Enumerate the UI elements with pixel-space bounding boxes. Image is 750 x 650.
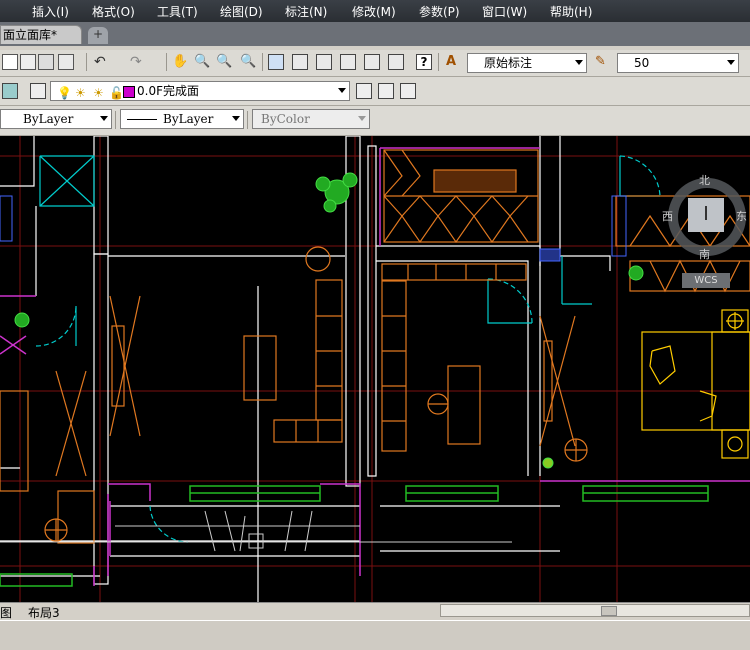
status-bar: [0, 620, 750, 650]
linetype-value: ByLayer: [163, 112, 214, 126]
lineweight-select[interactable]: ByColor: [252, 109, 370, 129]
save-file-icon[interactable]: [38, 54, 54, 70]
chevron-down-icon: [358, 116, 366, 121]
tool-palettes-icon[interactable]: [316, 54, 332, 70]
layer-color-swatch: [123, 86, 135, 98]
layers-toolbar: 💡 ☀ ☀ 🔓 0.0F完成面: [0, 77, 750, 106]
windows: [0, 485, 709, 587]
sheet-set-icon[interactable]: [340, 54, 356, 70]
menu-parameters[interactable]: 参数(P): [419, 3, 460, 20]
properties-toolbar: ByLayer ByLayer ByColor: [0, 106, 750, 136]
color-value: ByLayer: [23, 112, 74, 126]
print-icon[interactable]: [58, 54, 74, 70]
layer-on-icon: 💡: [57, 86, 72, 100]
chevron-down-icon: [338, 88, 346, 93]
new-file-icon[interactable]: [2, 54, 18, 70]
scrollbar-thumb[interactable]: [601, 606, 617, 616]
markup-icon[interactable]: [364, 54, 380, 70]
dim-style-value: 原始标注: [484, 56, 533, 70]
document-tab[interactable]: 面立面库*: [0, 25, 82, 44]
drawing-canvas[interactable]: 北 南 西 东 WCS: [0, 136, 750, 602]
horizontal-scrollbar[interactable]: [440, 604, 750, 617]
menu-insert[interactable]: 插入(I): [32, 3, 69, 20]
color-select[interactable]: ByLayer: [0, 109, 112, 129]
bed-fixtures: [641, 309, 750, 459]
layer-thaw-icon: ☀: [75, 86, 86, 100]
toolbar-separator: [247, 111, 248, 129]
menu-draw[interactable]: 绘图(D): [220, 3, 263, 20]
floor-plan-drawing: [0, 136, 750, 602]
magenta-cross: [0, 335, 27, 355]
dimension-style-icon[interactable]: A: [446, 54, 462, 70]
zoom-window-icon[interactable]: 🔍: [216, 54, 232, 70]
layer-isolate-icon[interactable]: [400, 83, 416, 99]
toolbar-separator: [166, 53, 167, 71]
open-file-icon[interactable]: [20, 54, 36, 70]
menu-format[interactable]: 格式(O): [92, 3, 135, 20]
redo-icon[interactable]: ↷: [130, 54, 146, 70]
zoom-realtime-icon[interactable]: 🔍: [194, 54, 210, 70]
toolbar-separator: [262, 53, 263, 71]
dim-style-select[interactable]: 原始标注: [467, 53, 587, 73]
compass-east-label: 东: [736, 210, 747, 223]
menu-tools[interactable]: 工具(T): [157, 3, 198, 20]
properties-icon[interactable]: [268, 54, 284, 70]
toolbar-separator: [86, 53, 87, 71]
design-center-icon[interactable]: [292, 54, 308, 70]
scale-value: 50: [634, 56, 650, 70]
layer-name-value: 0.0F完成面: [137, 84, 199, 98]
annotation-scale-icon[interactable]: ✎: [595, 54, 611, 70]
zoom-previous-icon[interactable]: 🔍: [240, 54, 256, 70]
menu-help[interactable]: 帮助(H): [550, 3, 592, 20]
document-tab-strip: [0, 22, 750, 46]
layer-lock-icon: 🔓: [109, 86, 124, 100]
compass-west-label: 西: [662, 210, 673, 223]
layer-previous-icon[interactable]: [378, 83, 394, 99]
toolbar-separator: [438, 53, 439, 71]
lineweight-value: ByColor: [261, 112, 310, 126]
pan-hand-icon[interactable]: ✋: [172, 54, 188, 70]
chevron-down-icon: [575, 60, 583, 65]
compass-south-label: 南: [699, 248, 710, 261]
layer-properties-icon[interactable]: [2, 83, 18, 99]
chevron-down-icon: [232, 116, 240, 121]
compass-north-label: 北: [699, 174, 710, 187]
scale-select[interactable]: 50: [617, 53, 739, 73]
linetype-select[interactable]: ByLayer: [120, 109, 244, 129]
menu-modify[interactable]: 修改(M): [352, 3, 396, 20]
toolbar-separator: [115, 111, 116, 129]
chevron-down-icon: [727, 60, 735, 65]
misc-lines: [0, 510, 512, 552]
new-tab-button[interactable]: [88, 27, 108, 44]
help-icon[interactable]: ?: [416, 54, 432, 70]
calculator-icon[interactable]: [388, 54, 404, 70]
viewcube[interactable]: [688, 198, 724, 232]
layer-viewport-icon: ☀: [93, 86, 104, 100]
wcs-menu[interactable]: WCS: [682, 273, 730, 288]
menu-window[interactable]: 窗口(W): [482, 3, 527, 20]
layer-select[interactable]: 💡 ☀ ☀ 🔓 0.0F完成面: [50, 81, 350, 101]
chevron-down-icon: [100, 116, 108, 121]
make-current-icon[interactable]: [356, 83, 372, 99]
standard-toolbar: ↶ ↷ ✋ 🔍 🔍 🔍 ? A 原始标注 ✎ 50: [0, 50, 750, 77]
tab-layout3[interactable]: 布局3: [28, 604, 60, 621]
menu-dimension[interactable]: 标注(N): [285, 3, 327, 20]
layer-manager-icon[interactable]: [30, 83, 46, 99]
tab-model[interactable]: 图: [0, 604, 12, 621]
menu-bar: 插入(I) 格式(O) 工具(T) 绘图(D) 标注(N) 修改(M) 参数(P…: [0, 0, 750, 22]
linetype-preview: [127, 119, 157, 120]
undo-icon[interactable]: ↶: [94, 54, 110, 70]
plant-icons: [14, 172, 644, 469]
